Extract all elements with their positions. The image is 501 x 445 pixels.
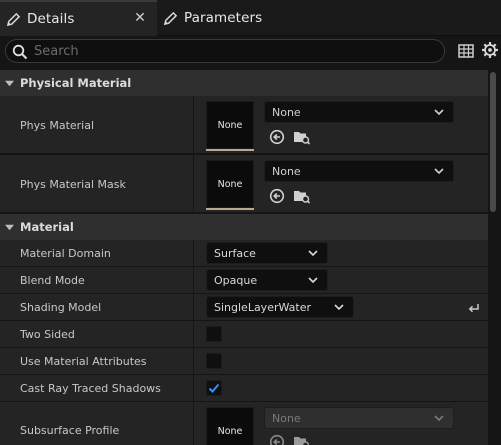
use-selected-asset-button[interactable] — [268, 128, 286, 146]
row-shading-model: Shading Model SingleLayerWater — [0, 294, 488, 321]
row-material-domain: Material Domain Surface — [0, 240, 488, 267]
dropdown-value: SingleLayerWater — [214, 300, 312, 314]
reset-to-default-icon[interactable] — [466, 300, 482, 316]
asset-thumbnail[interactable]: None — [206, 160, 254, 208]
two-sided-checkbox[interactable] — [206, 326, 222, 342]
cast-ray-traced-shadows-checkbox[interactable] — [206, 380, 222, 396]
category-label: Material — [20, 220, 74, 234]
asset-picker-combo[interactable]: None — [264, 160, 454, 182]
asset-picker-value: None — [272, 105, 301, 119]
property-name: Phys Material Mask — [20, 178, 126, 191]
dropdown-value: Opaque — [214, 273, 258, 287]
scrollbar-thumb[interactable] — [490, 72, 496, 212]
column-divider — [193, 96, 194, 153]
search-row — [0, 36, 501, 66]
property-name: Two Sided — [20, 328, 75, 341]
row-blend-mode: Blend Mode Opaque — [0, 267, 488, 294]
material-domain-dropdown[interactable]: Surface — [206, 242, 328, 264]
search-box[interactable] — [5, 39, 445, 63]
chevron-down-icon — [434, 109, 444, 116]
chevron-down-icon — [434, 168, 444, 175]
browse-asset-button[interactable] — [293, 433, 311, 445]
column-divider — [193, 321, 194, 347]
tab-parameters-label: Parameters — [184, 10, 263, 26]
expand-arrow-icon — [5, 80, 14, 86]
property-name: Blend Mode — [20, 274, 85, 287]
browse-folder-icon — [294, 191, 311, 204]
asset-thumbnail[interactable]: None — [206, 101, 254, 149]
use-selected-asset-button[interactable] — [268, 187, 286, 205]
chevron-down-icon — [308, 277, 318, 284]
browse-asset-button[interactable] — [293, 187, 311, 205]
category-physical-material[interactable]: Physical Material — [0, 70, 488, 96]
use-material-attributes-checkbox[interactable] — [206, 353, 222, 369]
chevron-down-icon — [434, 415, 444, 422]
category-label: Physical Material — [20, 76, 132, 90]
property-name: Use Material Attributes — [20, 355, 147, 368]
property-name: Phys Material — [20, 119, 95, 132]
property-name: Cast Ray Traced Shadows — [20, 382, 161, 395]
use-selected-icon — [269, 188, 285, 204]
dropdown-value: Surface — [214, 246, 256, 260]
property-name: Material Domain — [20, 247, 111, 260]
row-use-material-attributes: Use Material Attributes — [0, 348, 488, 375]
search-icon — [12, 44, 28, 60]
checkmark-icon — [208, 383, 220, 393]
row-phys-material-mask: Phys Material Mask None None — [0, 155, 488, 213]
column-divider — [193, 155, 194, 212]
search-input[interactable] — [34, 42, 434, 60]
asset-picker-combo[interactable]: None — [264, 407, 454, 429]
asset-picker-combo[interactable]: None — [264, 101, 454, 123]
browse-folder-icon — [294, 437, 310, 445]
asset-picker-value: None — [272, 164, 301, 178]
shading-model-dropdown[interactable]: SingleLayerWater — [206, 296, 354, 318]
gear-icon[interactable] — [481, 41, 499, 59]
column-divider — [193, 240, 194, 266]
close-icon[interactable]: ✕ — [133, 11, 147, 25]
row-phys-material: Phys Material None None — [0, 96, 488, 154]
tab-details[interactable]: Details ✕ — [0, 0, 157, 36]
pencil-icon — [162, 10, 178, 26]
chevron-down-icon — [308, 250, 318, 257]
chevron-down-icon — [334, 304, 344, 311]
category-material[interactable]: Material — [0, 214, 488, 240]
row-subsurface-profile: Subsurface Profile None None — [0, 402, 488, 445]
use-selected-icon — [269, 129, 285, 145]
property-name: Subsurface Profile — [20, 424, 120, 437]
vertical-scrollbar[interactable] — [489, 70, 497, 445]
tab-parameters[interactable]: Parameters — [157, 0, 307, 36]
pencil-icon — [5, 11, 21, 27]
row-cast-ray-traced-shadows: Cast Ray Traced Shadows — [0, 375, 488, 402]
column-divider — [193, 348, 194, 374]
column-divider — [193, 294, 194, 320]
property-name: Shading Model — [20, 301, 102, 314]
expand-arrow-icon — [5, 224, 14, 230]
tab-details-label: Details — [27, 11, 75, 27]
details-panel: Physical Material Phys Material None Non… — [0, 70, 488, 445]
browse-asset-button[interactable] — [293, 128, 311, 146]
thumbnail-underline — [206, 208, 254, 210]
column-divider — [193, 402, 194, 445]
blend-mode-dropdown[interactable]: Opaque — [206, 269, 328, 291]
use-selected-icon — [269, 434, 285, 445]
thumbnail-underline — [206, 149, 254, 151]
tab-bar: Details ✕ Parameters — [0, 0, 501, 36]
use-selected-asset-button[interactable] — [268, 433, 286, 445]
column-divider — [193, 375, 194, 401]
asset-thumbnail[interactable]: None — [206, 407, 254, 445]
row-two-sided: Two Sided — [0, 321, 488, 348]
browse-folder-icon — [294, 132, 311, 145]
asset-picker-value: None — [272, 411, 301, 425]
table-view-icon[interactable] — [458, 43, 474, 59]
column-divider — [193, 267, 194, 293]
